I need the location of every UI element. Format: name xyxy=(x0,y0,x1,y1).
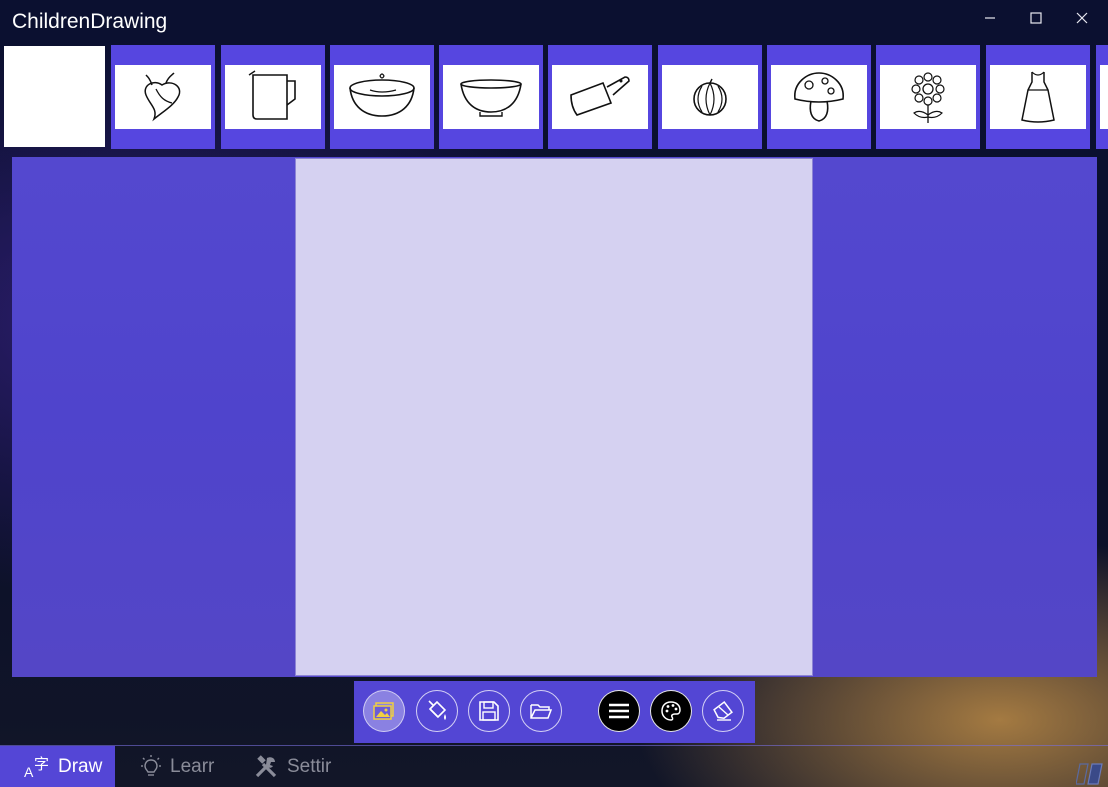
eraser-icon xyxy=(713,701,733,721)
svg-text:字: 字 xyxy=(34,755,49,773)
palette-icon xyxy=(661,701,681,721)
template-bowl[interactable] xyxy=(439,45,543,149)
drawing-toolbar xyxy=(354,681,755,743)
app-title: ChildrenDrawing xyxy=(12,10,168,33)
svg-text:A: A xyxy=(24,764,34,779)
template-mushroom[interactable] xyxy=(767,45,871,149)
template-image xyxy=(771,65,867,129)
paint-bucket-icon xyxy=(428,700,447,720)
template-image xyxy=(662,65,758,129)
translate-icon: A 字 xyxy=(24,755,49,779)
tab-learn[interactable]: Learr xyxy=(138,746,214,787)
template-partial[interactable] xyxy=(1096,45,1108,149)
open-folder-button[interactable] xyxy=(520,690,562,732)
template-strip xyxy=(0,44,1108,152)
template-image xyxy=(552,65,648,129)
palette-button[interactable] xyxy=(650,690,692,732)
jug-icon xyxy=(248,70,296,120)
tools-icon xyxy=(255,754,277,777)
dress-icon xyxy=(1021,71,1055,123)
save-button[interactable] xyxy=(468,690,510,732)
watermelon-icon xyxy=(693,78,727,116)
minimize-button[interactable] xyxy=(967,0,1013,36)
image-icon xyxy=(373,702,394,720)
template-image xyxy=(443,65,539,129)
template-dress[interactable] xyxy=(986,45,1090,149)
drawing-canvas[interactable] xyxy=(295,158,813,676)
title-bar: ChildrenDrawing xyxy=(0,0,1108,44)
template-image xyxy=(225,65,321,129)
maximize-button[interactable] xyxy=(1013,0,1059,36)
bottom-navigation: A 字 Draw Learr Settir xyxy=(0,745,1108,787)
template-flower[interactable] xyxy=(876,45,980,149)
template-image xyxy=(334,65,430,129)
template-image xyxy=(1100,65,1108,129)
bowl-icon xyxy=(460,79,522,117)
template-image xyxy=(115,65,211,129)
eraser-button[interactable] xyxy=(702,690,744,732)
template-cleaver[interactable] xyxy=(548,45,652,149)
cleaver-icon xyxy=(570,76,630,116)
template-image xyxy=(880,65,976,129)
menu-icon xyxy=(609,703,629,719)
template-bowl-with-liquid[interactable] xyxy=(330,45,434,149)
close-button[interactable] xyxy=(1059,0,1105,36)
image-button[interactable] xyxy=(363,690,405,732)
drawing-area xyxy=(12,157,1097,677)
template-chili-peppers[interactable] xyxy=(111,45,215,149)
bowl-liquid-icon xyxy=(349,73,415,117)
save-icon xyxy=(479,701,499,721)
folder-open-icon xyxy=(530,704,553,719)
paint-bucket-button[interactable] xyxy=(416,690,458,732)
tab-label: Learr xyxy=(170,755,215,777)
mushroom-icon xyxy=(794,72,844,122)
tab-label: Settir xyxy=(287,755,332,777)
template-watermelon[interactable] xyxy=(658,45,762,149)
flower-icon xyxy=(911,72,945,123)
template-measuring-jug[interactable] xyxy=(221,45,325,149)
corner-logo-icon xyxy=(1076,763,1103,785)
lightbulb-icon xyxy=(141,754,161,776)
tab-draw[interactable]: A 字 Draw xyxy=(0,746,115,787)
chili-peppers-icon xyxy=(144,72,181,122)
tab-label: Draw xyxy=(58,755,103,777)
menu-button[interactable] xyxy=(598,690,640,732)
maximize-icon xyxy=(1030,12,1042,24)
tab-settings[interactable]: Settir xyxy=(253,746,331,787)
minimize-icon xyxy=(985,17,995,19)
template-image xyxy=(990,65,1086,129)
close-icon xyxy=(1076,12,1088,24)
template-blank[interactable] xyxy=(4,46,105,147)
